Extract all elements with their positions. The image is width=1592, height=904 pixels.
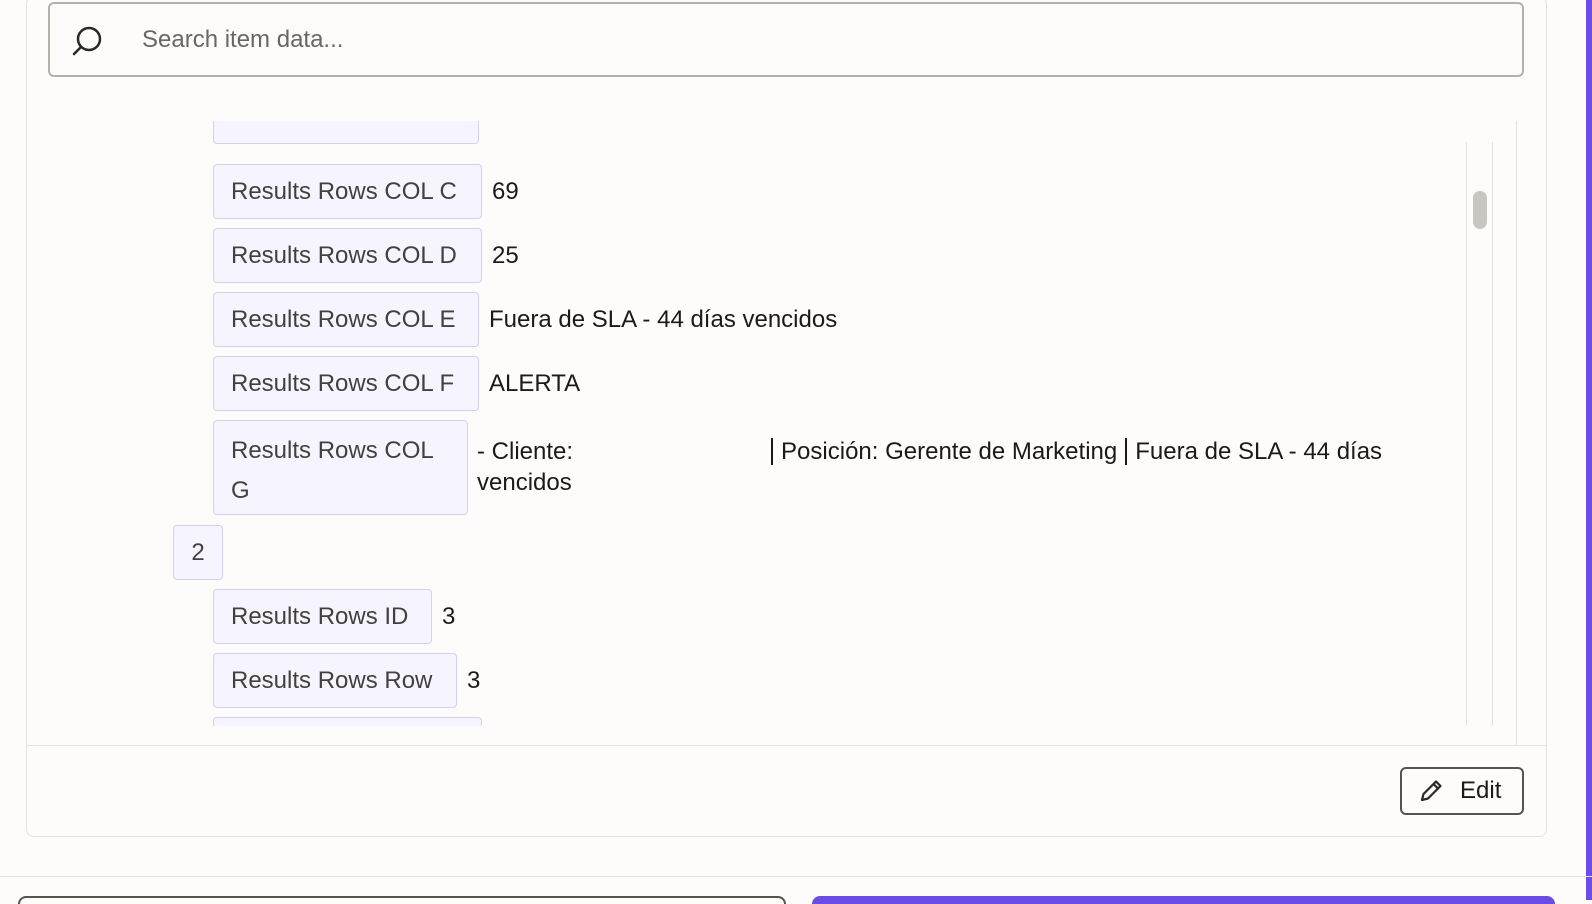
value-text: 3	[442, 603, 456, 630]
section-divider	[0, 876, 1592, 877]
key-label: Results Rows COL D	[231, 241, 457, 269]
search-input[interactable]	[140, 16, 1500, 64]
search-icon	[72, 26, 102, 56]
item-data-tree: Results Rows COL C 69 Results Rows COL D…	[28, 121, 1546, 726]
value-text: ALERTA	[489, 370, 581, 397]
key-chip: Results Rows COL G	[213, 420, 468, 515]
value-text: 3	[467, 667, 481, 694]
key-label: Results Rows COL E	[231, 305, 456, 333]
key-chip: Results Rows ID	[213, 589, 432, 644]
value-text: - Cliente: Posición: Gerente de Marketing…	[477, 437, 1383, 496]
key-chip-partial	[213, 717, 482, 726]
key-chip: Results Rows COL E	[213, 292, 479, 347]
group-index-chip[interactable]: 2	[173, 525, 223, 580]
key-chip: Results Rows COL C	[213, 164, 482, 219]
bottom-primary-button[interactable]	[812, 896, 1555, 904]
pencil-icon	[1420, 780, 1442, 802]
search-box[interactable]	[48, 2, 1524, 77]
key-label: Results Rows COL F	[231, 369, 455, 397]
value-text: Fuera de SLA - 44 días vencidos	[489, 306, 838, 333]
redacted-block	[573, 437, 764, 468]
key-label: Results Rows COL G	[231, 437, 433, 504]
key-label: Results Rows Row	[231, 666, 433, 694]
edit-label: Edit	[1460, 777, 1502, 804]
key-chip-partial	[213, 121, 479, 144]
accent-edge	[1586, 0, 1592, 900]
key-label: Results Rows ID	[231, 602, 409, 630]
key-label: Results Rows COL C	[231, 177, 457, 205]
footer-divider	[27, 745, 1546, 746]
group-index: 2	[191, 538, 205, 566]
value-text: 69	[492, 178, 519, 205]
edit-button[interactable]: Edit	[1400, 767, 1524, 815]
key-chip: Results Rows COL D	[213, 228, 482, 283]
key-chip: Results Rows Row	[213, 653, 457, 708]
bottom-secondary-button[interactable]	[18, 896, 786, 904]
key-chip: Results Rows COL F	[213, 356, 479, 411]
value-text: 25	[492, 242, 519, 269]
